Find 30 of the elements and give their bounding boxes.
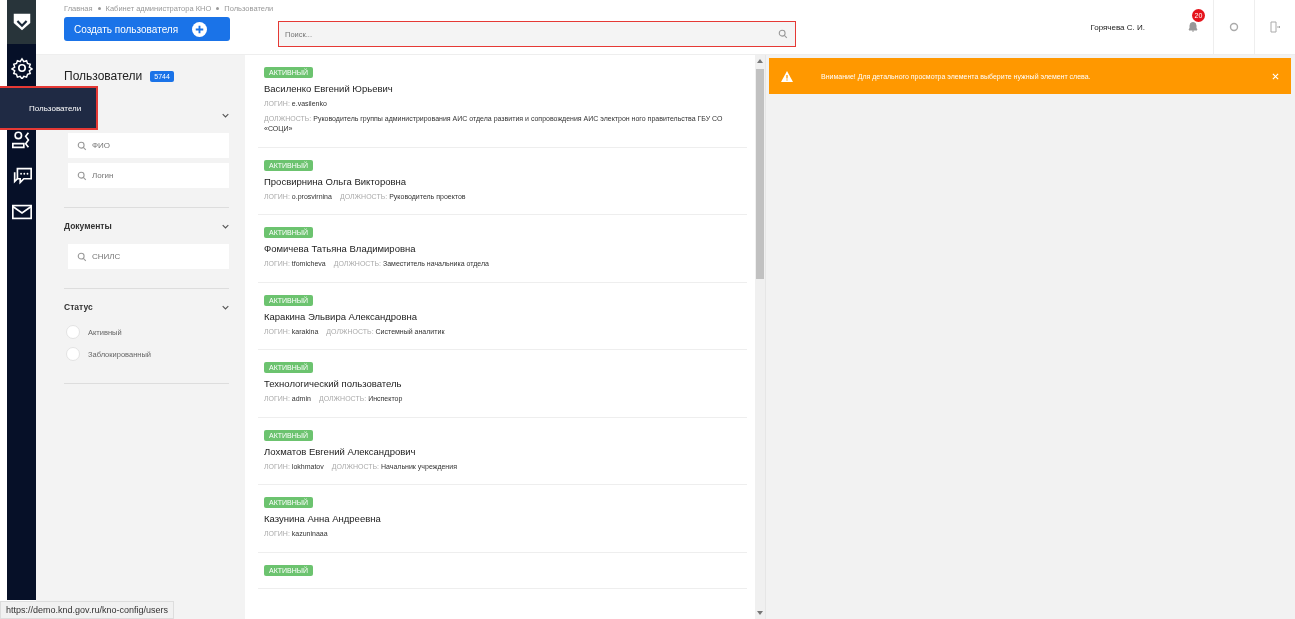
bell-icon[interactable] <box>1187 21 1199 33</box>
radio-button[interactable] <box>66 325 80 339</box>
scrollbar[interactable] <box>755 55 765 619</box>
search-icon <box>77 171 87 181</box>
chevron-down-icon[interactable] <box>222 223 229 229</box>
user-full-name: Каракина Эльвира Александровна <box>264 310 417 322</box>
user-full-name: Василенко Евгений Юрьевич <box>264 83 393 94</box>
user-full-name: Лохматов Евгений Александрович <box>264 445 416 457</box>
search-icon <box>77 252 87 262</box>
user-full-name: Просвирнина Ольга Викторовна <box>264 175 407 187</box>
warning-icon <box>781 70 793 82</box>
panel-title: Пользователи <box>64 69 143 83</box>
filter-field[interactable]: СНИЛС <box>68 244 229 269</box>
radio-button[interactable] <box>66 347 80 361</box>
search-icon <box>77 141 87 151</box>
filter-field[interactable]: ФИО <box>68 133 229 158</box>
section-title: Статус <box>64 302 94 312</box>
search-icon <box>778 29 788 39</box>
user-full-name: Фомичева Татьяна Владимировна <box>264 243 416 254</box>
tooltip: Пользователи <box>0 86 98 130</box>
create-user-button[interactable]: Создать пользователя <box>64 17 230 41</box>
chevron-down-icon[interactable] <box>222 304 229 310</box>
user-full-name: Казунина Анна Андреевна <box>264 513 381 524</box>
section-title: Документы <box>64 221 113 231</box>
filter-field[interactable]: Логин <box>68 163 229 188</box>
user-name[interactable]: Горячева С. И. <box>1090 22 1145 32</box>
user-full-name: Технологический пользователь <box>264 378 402 389</box>
plus-icon <box>192 21 208 37</box>
status-url: https://demo.knd.gov.ru/kno-config/users <box>0 601 174 619</box>
chevron-down-icon[interactable] <box>222 112 229 118</box>
